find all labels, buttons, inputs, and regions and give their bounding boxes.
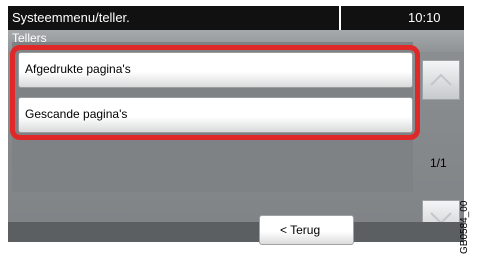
- figure-code: GB0584_00: [459, 200, 470, 254]
- bottom-bar: [8, 222, 464, 242]
- scroll-up-button[interactable]: [422, 60, 460, 100]
- clock: 10:10: [408, 10, 441, 25]
- chevron-up-icon: [430, 73, 452, 86]
- page-indicator: 1/1: [430, 156, 447, 170]
- back-button-label: < Terug: [280, 223, 321, 237]
- title-bar: Systeemmenu/teller. 10:10: [8, 6, 464, 30]
- back-button[interactable]: < Terug: [259, 215, 354, 245]
- selection-highlight: [10, 45, 420, 140]
- title-divider: [339, 6, 341, 30]
- scroll-column: 1/1: [420, 56, 464, 242]
- page-title: Systeemmenu/teller.: [12, 10, 130, 25]
